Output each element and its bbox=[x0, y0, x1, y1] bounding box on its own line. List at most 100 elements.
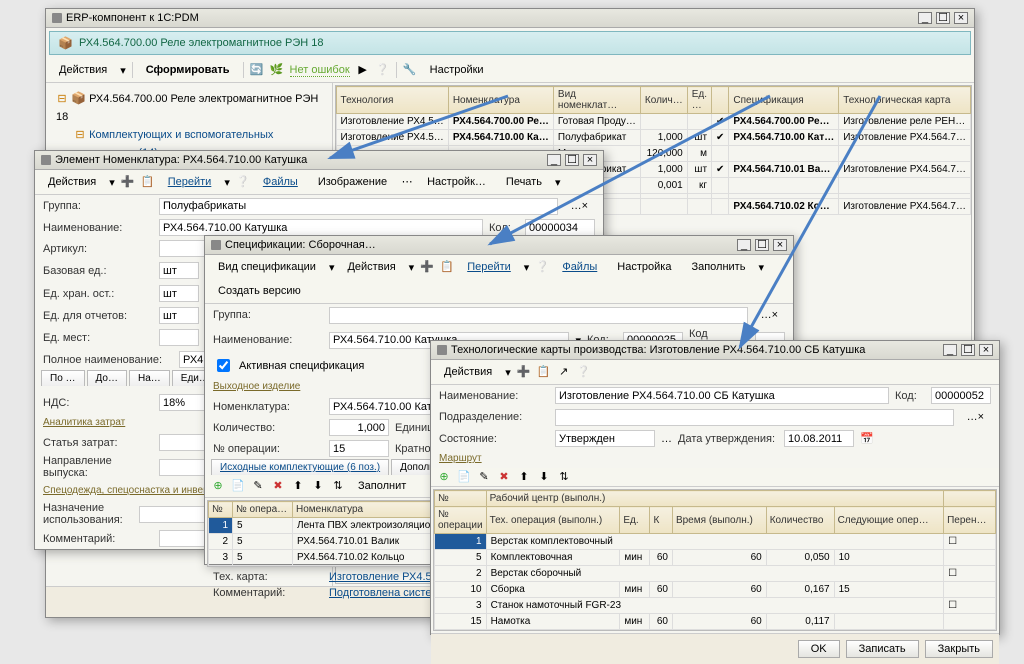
spec-files[interactable]: Файлы bbox=[555, 258, 604, 276]
help-icon[interactable]: ❔ bbox=[535, 260, 549, 274]
select-button[interactable]: …× bbox=[564, 197, 595, 215]
sort-icon[interactable]: ⇅ bbox=[557, 470, 571, 484]
sort-icon[interactable]: ⇅ bbox=[331, 479, 345, 493]
nom-tab[interactable]: До… bbox=[87, 370, 127, 386]
spec-ver[interactable]: Создать версию bbox=[211, 282, 308, 300]
nom-goto[interactable]: Перейти bbox=[161, 173, 219, 191]
tk-code-input[interactable] bbox=[931, 387, 991, 404]
tk-row[interactable]: 3Станок намоточный FGR-23☐ bbox=[435, 598, 996, 614]
tree-root[interactable]: РХ4.564.700.00 Реле электромагнитное РЭН… bbox=[56, 93, 318, 123]
tk-date-input[interactable] bbox=[784, 430, 854, 447]
delete-icon[interactable]: ✖ bbox=[271, 479, 285, 493]
spec-active-chk[interactable] bbox=[217, 359, 230, 372]
tk-row-op[interactable]: 10Сборкамин60600,16715 bbox=[435, 582, 996, 598]
col-nomenclature[interactable]: Номенклатура bbox=[448, 87, 553, 114]
tk-close-button2[interactable]: Закрыть bbox=[925, 640, 993, 658]
col-tk[interactable]: Технологическая карта bbox=[839, 87, 971, 114]
add-row-icon[interactable]: ⊕ bbox=[211, 479, 225, 493]
help-icon[interactable]: ❔ bbox=[376, 63, 390, 77]
copy-row-icon[interactable]: 📄 bbox=[457, 470, 471, 484]
copy-icon[interactable]: 📋 bbox=[537, 365, 551, 379]
sform-button[interactable]: Сформировать bbox=[139, 61, 237, 79]
add-icon[interactable]: ➕ bbox=[517, 365, 531, 379]
spec-vid[interactable]: Вид спецификации bbox=[211, 258, 323, 276]
help-icon[interactable]: ❔ bbox=[236, 175, 250, 189]
col-vid[interactable]: Вид номенклат… bbox=[553, 87, 640, 114]
down-icon[interactable]: ⬇ bbox=[537, 470, 551, 484]
no-errors-link[interactable]: Нет ошибок bbox=[290, 64, 350, 77]
nom-close-button[interactable]: × bbox=[583, 154, 597, 166]
help-icon[interactable]: ❔ bbox=[577, 365, 591, 379]
sel-button[interactable]: …× bbox=[754, 306, 785, 324]
tk-max-button[interactable]: ☐ bbox=[961, 344, 975, 356]
spec-group-input[interactable] bbox=[329, 307, 748, 324]
add-icon[interactable]: ➕ bbox=[121, 175, 135, 189]
actions-menu[interactable]: Действия bbox=[52, 61, 114, 79]
nom-edm-input[interactable] bbox=[159, 329, 199, 346]
nom-tab[interactable]: На… bbox=[129, 370, 170, 386]
settings-button[interactable]: Настройки bbox=[423, 61, 491, 79]
maximize-button[interactable]: ☐ bbox=[936, 12, 950, 24]
spec-fill[interactable]: Заполнить bbox=[684, 258, 752, 276]
copy-icon[interactable]: 📋 bbox=[440, 260, 454, 274]
play-icon[interactable]: ▶ bbox=[356, 63, 370, 77]
spec-qty-input[interactable] bbox=[329, 419, 389, 436]
nom-edo-input[interactable] bbox=[159, 307, 199, 324]
nom-image[interactable]: Изображение bbox=[311, 173, 394, 191]
delete-icon[interactable]: ✖ bbox=[497, 470, 511, 484]
tk-grid[interactable]: №Рабочий центр (выполн.) № операцииТех. … bbox=[433, 489, 997, 631]
add-row-icon[interactable]: ⊕ bbox=[437, 470, 451, 484]
copy-row-icon[interactable]: 📄 bbox=[231, 479, 245, 493]
close-button[interactable]: × bbox=[954, 12, 968, 24]
dots-icon[interactable]: ⋯ bbox=[400, 175, 414, 189]
nom-edh-input[interactable] bbox=[159, 285, 199, 302]
nom-files[interactable]: Файлы bbox=[256, 173, 305, 191]
tk-min-button[interactable]: _ bbox=[943, 344, 957, 356]
grid-row[interactable]: Изготовление РХ4.5…РХ4.564.710.00 Ка…Пол… bbox=[336, 130, 970, 146]
edit-icon[interactable]: ✎ bbox=[477, 470, 491, 484]
down-icon[interactable]: ⬇ bbox=[311, 479, 325, 493]
nom-bed-input[interactable] bbox=[159, 262, 199, 279]
nom-name-input[interactable] bbox=[159, 219, 483, 236]
copy-icon[interactable]: 📋 bbox=[141, 175, 155, 189]
tk-row-op[interactable]: 15Намоткамин60600,117 bbox=[435, 614, 996, 630]
nom-group-input[interactable] bbox=[159, 198, 558, 215]
tree-icon[interactable]: 🌿 bbox=[270, 63, 284, 77]
tk-name-input[interactable] bbox=[555, 387, 889, 404]
edit-icon[interactable]: ✎ bbox=[251, 479, 265, 493]
refresh-icon[interactable]: 🔄 bbox=[250, 63, 264, 77]
tk-row[interactable]: 1Верстак комплектовочный☐ bbox=[435, 534, 996, 550]
tk-actions[interactable]: Действия bbox=[437, 363, 499, 381]
nom-actions[interactable]: Действия bbox=[41, 173, 103, 191]
tk-ok-button[interactable]: OK bbox=[798, 640, 840, 658]
spec-actions[interactable]: Действия bbox=[340, 258, 402, 276]
nom-print[interactable]: Печать bbox=[499, 173, 549, 191]
tk-podr-input[interactable] bbox=[555, 409, 954, 426]
nom-tab[interactable]: По … bbox=[41, 370, 85, 386]
spec-goto[interactable]: Перейти bbox=[460, 258, 518, 276]
col-ed[interactable]: Ед. … bbox=[687, 87, 711, 114]
up-icon[interactable]: ⬆ bbox=[291, 479, 305, 493]
tk-close-button[interactable]: × bbox=[979, 344, 993, 356]
nom-max-button[interactable]: ☐ bbox=[565, 154, 579, 166]
tab-source[interactable]: Исходные комплектующие (6 поз.) bbox=[211, 459, 389, 475]
spec-min-button[interactable]: _ bbox=[737, 239, 751, 251]
spec-op-input[interactable] bbox=[329, 440, 389, 457]
nom-code-input[interactable] bbox=[525, 219, 595, 236]
col-chk[interactable] bbox=[712, 87, 729, 114]
col-qty[interactable]: Колич… bbox=[640, 87, 687, 114]
nom-settings[interactable]: Настройк… bbox=[420, 173, 493, 191]
minimize-button[interactable]: _ bbox=[918, 12, 932, 24]
up-icon[interactable]: ⬆ bbox=[517, 470, 531, 484]
tk-row[interactable]: 2Верстак сборочный☐ bbox=[435, 566, 996, 582]
nom-min-button[interactable]: _ bbox=[547, 154, 561, 166]
col-spec[interactable]: Спецификация bbox=[729, 87, 839, 114]
spec-max-button[interactable]: ☐ bbox=[755, 239, 769, 251]
spec-settings[interactable]: Настройка bbox=[610, 258, 678, 276]
col-tech[interactable]: Технология bbox=[336, 87, 448, 114]
grid-row[interactable]: Изготовление РХ4.5…РХ4.564.700.00 Ре…Гот… bbox=[336, 114, 970, 130]
tk-row-op[interactable]: 5Комплектовочнаямин60600,05010 bbox=[435, 550, 996, 566]
spec-close-button[interactable]: × bbox=[773, 239, 787, 251]
sel-button[interactable]: …× bbox=[960, 408, 991, 426]
goto-icon[interactable]: ↗ bbox=[557, 365, 571, 379]
